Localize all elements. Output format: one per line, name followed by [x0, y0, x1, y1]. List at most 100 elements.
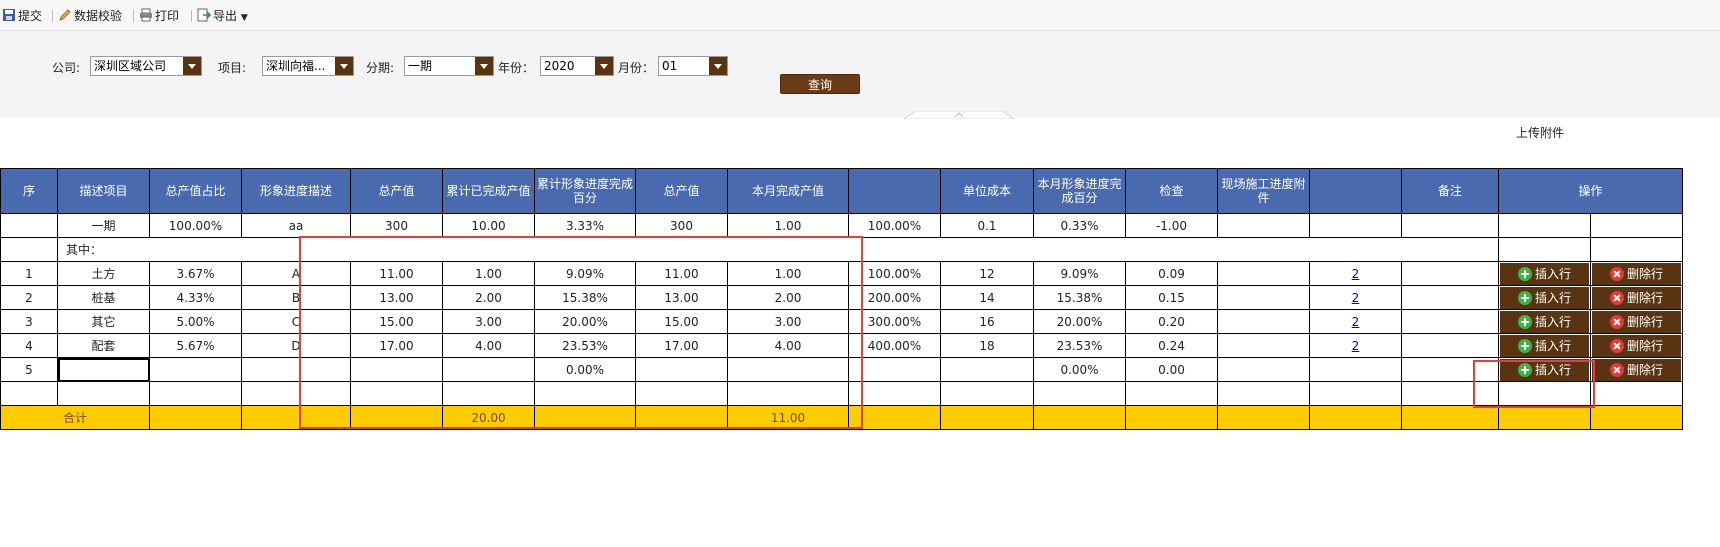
cell-remark[interactable] [1401, 357, 1499, 382]
phase-select[interactable]: 一期 [404, 56, 494, 76]
cell-month-done[interactable]: 4.00 [727, 333, 849, 358]
delete-row-button[interactable]: 删除行 [1592, 358, 1681, 381]
cell-cum-done[interactable]: 4.00 [442, 333, 535, 358]
cell-unit-cost[interactable]: 12 [940, 261, 1034, 286]
print-button[interactable]: 打印 [139, 7, 179, 25]
cell-total[interactable]: 300 [350, 213, 443, 238]
export-button[interactable]: 导出 ▼ [197, 7, 248, 25]
cell-empty [1401, 405, 1499, 430]
cell-unit-cost[interactable]: 14 [940, 285, 1034, 310]
insert-row-button[interactable]: 插入行 [1500, 358, 1589, 381]
project-value: 深圳向福... [266, 59, 326, 73]
chevron-down-icon[interactable] [709, 57, 727, 75]
validate-button[interactable]: 数据校验 [58, 7, 122, 25]
col-header [848, 168, 941, 214]
attachment-count-link[interactable]: 2 [1352, 267, 1360, 281]
cell-remark[interactable] [1401, 285, 1499, 310]
attachment-count-link[interactable]: 2 [1352, 291, 1360, 305]
cell-total[interactable] [350, 357, 443, 382]
cell-desc[interactable]: D [241, 333, 351, 358]
submit-label: 提交 [18, 9, 43, 23]
insert-row-button[interactable]: 插入行 [1500, 334, 1589, 357]
cell-attach[interactable] [1217, 213, 1310, 238]
cell-remark[interactable] [1401, 333, 1499, 358]
cell-item[interactable]: 桩基 [57, 285, 150, 310]
cell-attach[interactable] [1217, 285, 1310, 310]
cell-total[interactable]: 15.00 [350, 309, 443, 334]
delete-row-button[interactable]: 删除行 [1592, 334, 1681, 357]
chevron-down-icon[interactable] [475, 57, 493, 75]
cell-item-editing[interactable] [57, 357, 150, 382]
cell-empty [1309, 405, 1402, 430]
delete-row-button[interactable]: 删除行 [1592, 286, 1681, 309]
chevron-down-icon[interactable] [595, 57, 613, 75]
cell-total[interactable]: 11.00 [350, 261, 443, 286]
cell-attach[interactable] [1217, 309, 1310, 334]
delete-row-button[interactable]: 删除行 [1592, 262, 1681, 285]
cell-cum-done[interactable]: 10.00 [442, 213, 535, 238]
cell-cum-done[interactable]: 1.00 [442, 261, 535, 286]
cell-empty [1033, 381, 1126, 406]
pencil-icon [59, 9, 71, 21]
insert-row-button[interactable]: 插入行 [1500, 310, 1589, 333]
project-select[interactable]: 深圳向福... [262, 56, 354, 76]
cell-desc[interactable]: C [241, 309, 351, 334]
cell-desc[interactable] [241, 357, 351, 382]
cell-attach[interactable] [1217, 333, 1310, 358]
upload-attachment-link[interactable]: 上传附件 [1516, 124, 1564, 141]
cell-month-done[interactable]: 1.00 [727, 261, 849, 286]
cell-unit-cost[interactable]: 18 [940, 333, 1034, 358]
cell-unit-cost[interactable]: 16 [940, 309, 1034, 334]
cell-remark[interactable] [1401, 213, 1499, 238]
cell-month-done[interactable]: 2.00 [727, 285, 849, 310]
company-select[interactable]: 深圳区域公司 [90, 56, 202, 76]
cell-cum-pct: 20.00% [534, 309, 636, 334]
cell-total2[interactable]: 11.00 [635, 261, 728, 286]
delete-row-button[interactable]: 删除行 [1592, 310, 1681, 333]
cell-attach[interactable] [1217, 357, 1310, 382]
cell-item[interactable]: 一期 [57, 213, 150, 238]
chevron-down-icon[interactable] [335, 57, 353, 75]
year-select[interactable]: 2020 [540, 56, 614, 76]
query-button[interactable]: 查询 [780, 74, 860, 94]
col-header: 本月形象进度完成百分 [1033, 168, 1126, 214]
cell-total[interactable]: 17.00 [350, 333, 443, 358]
cell-desc[interactable]: aa [241, 213, 351, 238]
cell-unit-cost[interactable]: 0.1 [940, 213, 1034, 238]
cell-cum-done[interactable]: 2.00 [442, 285, 535, 310]
insert-row-button[interactable]: 插入行 [1500, 262, 1589, 285]
cell-month-done[interactable]: 3.00 [727, 309, 849, 334]
cell-empty [1590, 381, 1683, 406]
submit-button[interactable]: 提交 [2, 7, 42, 25]
cell-item[interactable]: 配套 [57, 333, 150, 358]
cell-cum-done[interactable] [442, 357, 535, 382]
cell-total2[interactable]: 15.00 [635, 309, 728, 334]
cell-total2[interactable] [635, 357, 728, 382]
cell-cum-done[interactable]: 3.00 [442, 309, 535, 334]
month-select[interactable]: 01 [658, 56, 728, 76]
insert-row-button[interactable]: 插入行 [1500, 286, 1589, 309]
cell-desc[interactable]: A [241, 261, 351, 286]
cell-item[interactable]: 土方 [57, 261, 150, 286]
cell-desc[interactable]: B [241, 285, 351, 310]
cell-month-done[interactable]: 1.00 [727, 213, 849, 238]
chevron-down-icon[interactable] [183, 57, 201, 75]
collapse-panel-handle[interactable] [904, 111, 1014, 119]
cell-total2[interactable]: 300 [635, 213, 728, 238]
cell-total2[interactable]: 17.00 [635, 333, 728, 358]
cell-unit-cost[interactable] [940, 357, 1034, 382]
cell-total[interactable]: 13.00 [350, 285, 443, 310]
cell-check: 0.20 [1125, 309, 1218, 334]
cell-total2[interactable]: 13.00 [635, 285, 728, 310]
cell-remark[interactable] [1401, 309, 1499, 334]
attachment-count-link[interactable]: 2 [1352, 315, 1360, 329]
cell-empty [1498, 381, 1591, 406]
cell-seq[interactable] [0, 213, 58, 238]
cell-op [1498, 213, 1591, 238]
cell-item[interactable]: 其它 [57, 309, 150, 334]
cell-attach[interactable] [1217, 261, 1310, 286]
attachment-count-link[interactable]: 2 [1352, 339, 1360, 353]
cell-remark[interactable] [1401, 261, 1499, 286]
cell-month-pct: 0.00% [1033, 357, 1126, 382]
cell-month-done[interactable] [727, 357, 849, 382]
